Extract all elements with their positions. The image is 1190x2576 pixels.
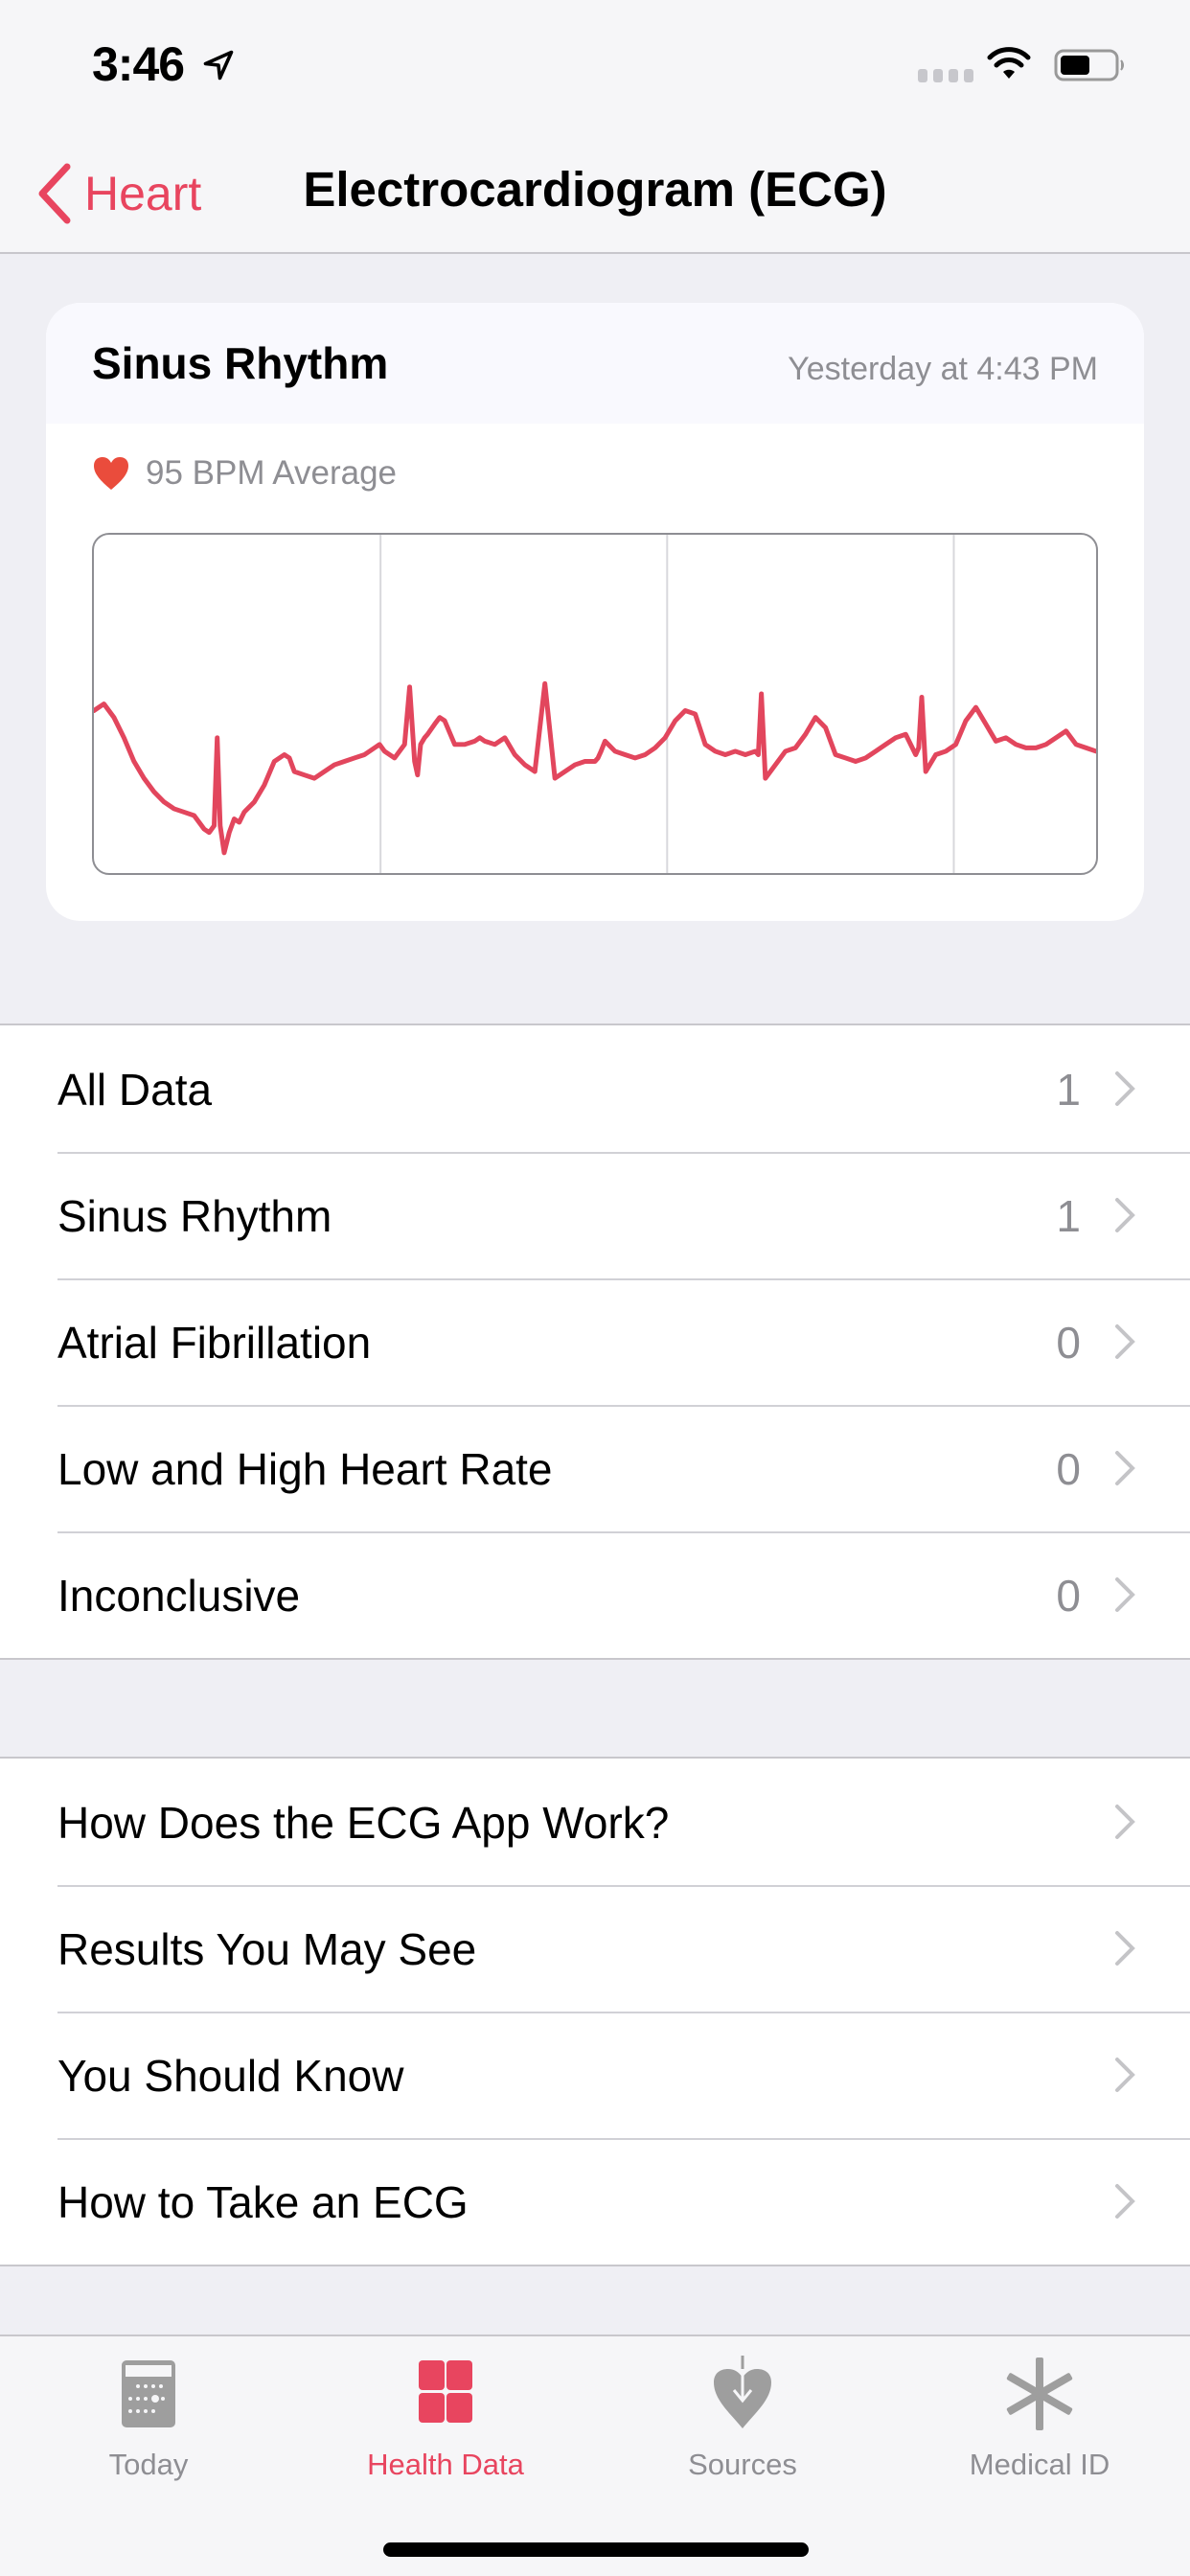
list-item-label: How to Take an ECG <box>57 2177 469 2227</box>
wifi-icon <box>987 47 1031 79</box>
heart-download-icon <box>714 2356 771 2428</box>
asterisk-icon <box>1006 2358 1073 2430</box>
list-item-label: Sinus Rhythm <box>57 1191 332 1241</box>
heart-icon <box>94 457 128 490</box>
tab-label: Medical ID <box>969 2448 1110 2481</box>
tab-health-data[interactable]: Health Data <box>297 2356 594 2499</box>
tab-medical-id[interactable]: Medical ID <box>891 2356 1188 2499</box>
tab-sources[interactable]: Sources <box>594 2356 891 2499</box>
list-item-you-should-know[interactable]: You Should Know <box>0 2012 1190 2138</box>
list-item-count: 1 <box>1056 1191 1081 1241</box>
tab-label: Health Data <box>367 2448 524 2481</box>
battery-icon <box>1054 49 1124 81</box>
list-item-count: 0 <box>1056 1318 1081 1368</box>
calendar-icon <box>122 2360 175 2427</box>
list-item-label: Inconclusive <box>57 1571 301 1621</box>
list-item-label: Results You May See <box>57 1924 477 1974</box>
location-arrow-icon <box>203 50 234 80</box>
chevron-right-icon <box>1115 2058 1135 2092</box>
list-item-low-high-heart-rate[interactable]: Low and High Heart Rate 0 <box>0 1405 1190 1531</box>
grid-icon <box>419 2360 472 2423</box>
chevron-right-icon <box>1115 1805 1135 1839</box>
page-title: Electrocardiogram (ECG) <box>303 162 887 217</box>
home-indicator[interactable] <box>383 2542 809 2557</box>
chevron-right-icon <box>1115 1451 1135 1485</box>
average-bpm-label: 95 BPM Average <box>146 454 398 492</box>
recording-timestamp: Yesterday at 4:43 PM <box>788 351 1098 387</box>
chevron-right-icon <box>1115 1931 1135 1966</box>
list-item-how-to-take-ecg[interactable]: How to Take an ECG <box>0 2138 1190 2265</box>
cellular-signal-icon <box>918 69 973 82</box>
list-item-label: Low and High Heart Rate <box>57 1444 553 1494</box>
status-bar: 3:46 <box>0 0 1190 134</box>
category-list: All Data 1 Sinus Rhythm 1 Atrial Fibrill… <box>0 1024 1190 1660</box>
list-item-label: You Should Know <box>57 2051 404 2101</box>
list-item-count: 1 <box>1056 1065 1081 1115</box>
info-list: How Does the ECG App Work? Results You M… <box>0 1757 1190 2266</box>
navigation-bar: Heart Electrocardiogram (ECG) <box>0 134 1190 254</box>
list-item-label: Atrial Fibrillation <box>57 1318 372 1368</box>
list-item-count: 0 <box>1056 1571 1081 1621</box>
ecg-trace-line <box>94 680 1096 856</box>
tab-bar: Today Health Data Sources Medical ID <box>0 2334 1190 2576</box>
list-item-inconclusive[interactable]: Inconclusive 0 <box>0 1531 1190 1658</box>
list-item-atrial-fibrillation[interactable]: Atrial Fibrillation 0 <box>0 1278 1190 1405</box>
list-item-how-ecg-works[interactable]: How Does the ECG App Work? <box>0 1759 1190 1885</box>
ecg-chart-svg <box>94 535 1096 873</box>
ecg-recording-card[interactable]: Sinus Rhythm Yesterday at 4:43 PM 95 BPM… <box>46 303 1144 921</box>
list-item-count: 0 <box>1056 1444 1081 1494</box>
average-bpm: 95 BPM Average <box>92 454 397 493</box>
card-header: Sinus Rhythm Yesterday at 4:43 PM <box>46 303 1144 424</box>
tab-today[interactable]: Today <box>0 2356 297 2499</box>
classification-title: Sinus Rhythm <box>92 338 389 388</box>
chevron-right-icon <box>1115 1071 1135 1106</box>
list-item-sinus-rhythm[interactable]: Sinus Rhythm 1 <box>0 1152 1190 1278</box>
list-item-label: How Does the ECG App Work? <box>57 1798 670 1848</box>
list-item-all-data[interactable]: All Data 1 <box>0 1025 1190 1152</box>
chevron-right-icon <box>1115 1577 1135 1612</box>
tab-label: Today <box>108 2448 189 2481</box>
list-item-results-you-may-see[interactable]: Results You May See <box>0 1885 1190 2012</box>
tab-label: Sources <box>688 2448 797 2481</box>
chevron-right-icon <box>1115 2184 1135 2219</box>
ecg-chart <box>92 533 1098 875</box>
chevron-right-icon <box>1115 1324 1135 1359</box>
chevron-right-icon <box>1115 1198 1135 1232</box>
status-time: 3:46 <box>92 37 185 91</box>
list-item-label: All Data <box>57 1065 213 1115</box>
